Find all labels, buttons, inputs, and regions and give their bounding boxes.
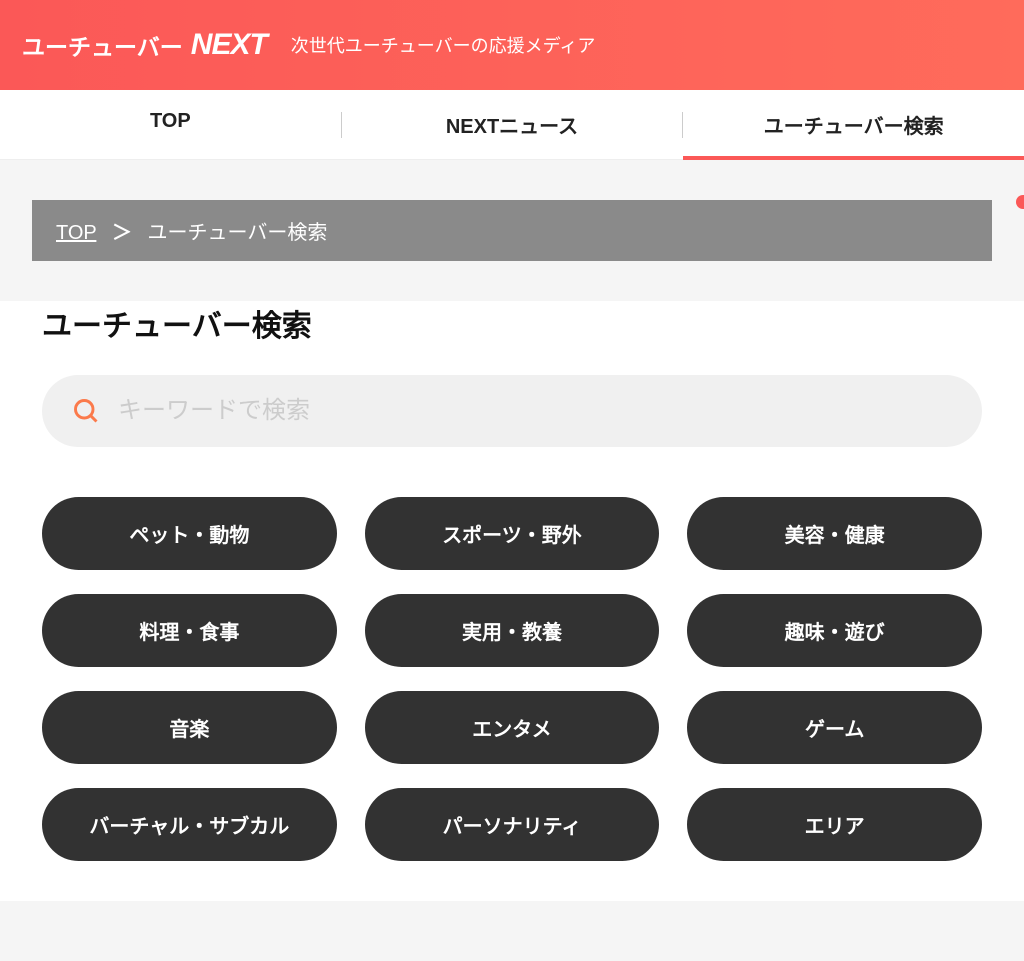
page-title: ユーチューバー検索 <box>42 301 982 345</box>
search-box[interactable] <box>42 375 982 447</box>
category-sports-outdoor[interactable]: スポーツ・野外 <box>365 497 660 570</box>
category-game[interactable]: ゲーム <box>687 691 982 764</box>
category-entertainment[interactable]: エンタメ <box>365 691 660 764</box>
nav-news[interactable]: NEXTニュース <box>342 90 683 159</box>
site-header: ユーチューバー NEXT 次世代ユーチューバーの応援メディア <box>0 0 1024 90</box>
category-beauty-health[interactable]: 美容・健康 <box>687 497 982 570</box>
category-area[interactable]: エリア <box>687 788 982 861</box>
site-tagline: 次世代ユーチューバーの応援メディア <box>291 32 596 58</box>
site-logo-prefix: ユーチューバー <box>22 28 183 62</box>
category-pet-animals[interactable]: ペット・動物 <box>42 497 337 570</box>
breadcrumb: TOP ＞ ユーチューバー検索 <box>32 200 992 261</box>
nav-search[interactable]: ユーチューバー検索 <box>683 90 1024 159</box>
breadcrumb-current: ユーチューバー検索 <box>148 222 328 244</box>
site-logo-next: NEXT <box>191 28 267 62</box>
main-nav: TOP NEXTニュース ユーチューバー検索 <box>0 90 1024 160</box>
category-personality[interactable]: パーソナリティ <box>365 788 660 861</box>
category-hobby-play[interactable]: 趣味・遊び <box>687 594 982 667</box>
category-virtual-subculture[interactable]: バーチャル・サブカル <box>42 788 337 861</box>
breadcrumb-separator: ＞ <box>112 222 132 244</box>
category-grid: ペット・動物 スポーツ・野外 美容・健康 料理・食事 実用・教養 趣味・遊び 音… <box>42 497 982 861</box>
search-icon <box>72 397 100 425</box>
nav-top[interactable]: TOP <box>0 90 341 159</box>
category-music[interactable]: 音楽 <box>42 691 337 764</box>
category-practical-education[interactable]: 実用・教養 <box>365 594 660 667</box>
search-input[interactable] <box>118 397 952 425</box>
breadcrumb-home-link[interactable]: TOP <box>56 222 96 244</box>
category-cooking-food[interactable]: 料理・食事 <box>42 594 337 667</box>
scroll-indicator-icon <box>1016 195 1024 209</box>
